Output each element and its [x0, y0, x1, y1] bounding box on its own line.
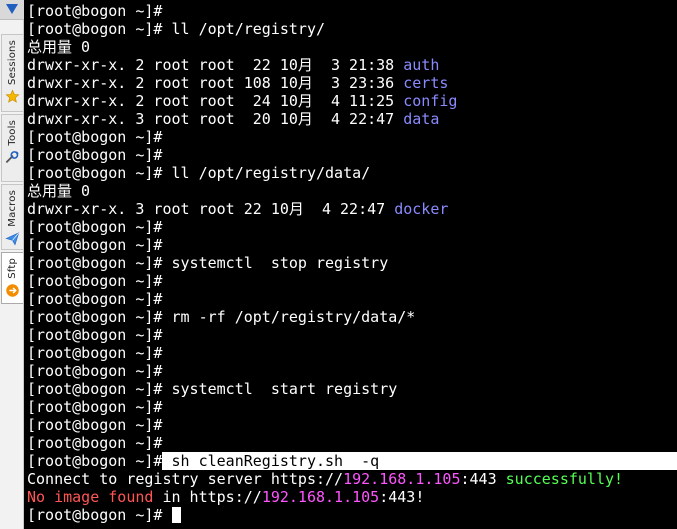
- prompt: [root@bogon ~]#: [27, 308, 163, 326]
- directory-name: data: [403, 110, 440, 128]
- output-text: :443: [460, 470, 506, 488]
- terminal-line: [root@bogon ~]#: [27, 326, 677, 344]
- prompt: [root@bogon ~]#: [27, 290, 163, 308]
- sftp-icon: [5, 283, 21, 299]
- side-panel: Sessions Tools Macros Sftp: [0, 0, 24, 529]
- terminal-line: [root@bogon ~]#: [27, 146, 677, 164]
- terminal-line: 总用量 0: [27, 38, 677, 56]
- prompt: [root@bogon ~]#: [27, 380, 163, 398]
- prompt: [root@bogon ~]#: [27, 398, 163, 416]
- directory-name: docker: [394, 200, 449, 218]
- terminal-line: [root@bogon ~]# systemctl stop registry: [27, 254, 677, 272]
- prompt: [root@bogon ~]#: [27, 344, 163, 362]
- prompt: [root@bogon ~]#: [27, 128, 163, 146]
- listing-row: drwxr-xr-x. 2 root root 22 10月 3 21:38 a…: [27, 56, 677, 74]
- prompt: [root@bogon ~]#: [27, 254, 163, 272]
- terminal-line: [root@bogon ~]#: [27, 290, 677, 308]
- total-label: 总用量 0: [27, 38, 91, 56]
- collapse-button[interactable]: [0, 0, 24, 20]
- prompt: [root@bogon ~]#: [27, 146, 163, 164]
- listing-meta: drwxr-xr-x. 2 root root 24 10月 4 11:25: [27, 92, 404, 110]
- terminal-line: [root@bogon ~]#: [27, 272, 677, 290]
- listing-row: drwxr-xr-x. 3 root root 20 10月 4 22:47 d…: [27, 110, 677, 128]
- prompt: [root@bogon ~]#: [27, 362, 163, 380]
- terminal-line: [root@bogon ~]# systemctl start registry: [27, 380, 677, 398]
- command-text: systemctl stop registry: [162, 254, 389, 272]
- tab-macros[interactable]: Macros: [1, 184, 23, 250]
- command-text: ll /opt/registry/data/: [162, 164, 371, 182]
- prompt: [root@bogon ~]#: [27, 164, 163, 182]
- tab-label: Sessions: [7, 40, 18, 85]
- prompt: [root@bogon ~]#: [27, 506, 163, 524]
- star-icon: [5, 89, 21, 105]
- total-label: 总用量 0: [27, 182, 91, 200]
- terminal-line: [root@bogon ~]# ll /opt/registry/data/: [27, 164, 677, 182]
- output-line: Connect to registry server https://192.1…: [27, 470, 677, 488]
- listing-row: drwxr-xr-x. 3 root root 22 10月 4 22:47 d…: [27, 200, 677, 218]
- output-text: :443!: [379, 488, 425, 506]
- command-text: systemctl start registry: [162, 380, 398, 398]
- prompt: [root@bogon ~]#: [27, 20, 163, 38]
- terminal-line: [root@bogon ~]#: [27, 236, 677, 254]
- ip-address: 192.168.1.105: [343, 470, 461, 488]
- terminal-line: [root@bogon ~]#: [27, 128, 677, 146]
- ip-address: 192.168.1.105: [261, 488, 380, 506]
- terminal-line: [root@bogon ~]#: [27, 362, 677, 380]
- directory-name: config: [403, 92, 458, 110]
- command-text: sh cleanRegistry.sh -q: [162, 452, 380, 470]
- terminal-line: [root@bogon ~]# rm -rf /opt/registry/dat…: [27, 308, 677, 326]
- terminal-output[interactable]: [root@bogon ~]# [root@bogon ~]# ll /opt/…: [27, 0, 677, 529]
- text-cursor: [171, 507, 181, 523]
- prompt: [root@bogon ~]#: [27, 272, 163, 290]
- prompt: [root@bogon ~]#: [27, 236, 163, 254]
- error-text: No image found: [27, 488, 154, 506]
- tab-label: Tools: [7, 120, 18, 146]
- output-text: in https://: [153, 488, 262, 506]
- terminal-line: 总用量 0: [27, 182, 677, 200]
- command-text: ll /opt/registry/: [162, 20, 326, 38]
- listing-meta: drwxr-xr-x. 3 root root 20 10月 4 22:47: [27, 110, 404, 128]
- terminal-line: [root@bogon ~]#: [27, 218, 677, 236]
- prompt: [root@bogon ~]#: [27, 416, 163, 434]
- output-text: Connect to registry server https://: [27, 470, 344, 488]
- terminal-line: [root@bogon ~]#: [27, 434, 677, 452]
- prompt: [root@bogon ~]#: [27, 326, 163, 344]
- highlighted-line: [root@bogon ~]# sh cleanRegistry.sh -q: [27, 452, 677, 470]
- output-line: No image found in https://192.168.1.105:…: [27, 488, 677, 506]
- success-text: successfully!: [505, 470, 624, 488]
- tools-icon: [5, 150, 21, 166]
- prompt: [root@bogon ~]#: [27, 434, 163, 452]
- prompt: [root@bogon ~]#: [27, 2, 163, 20]
- listing-row: drwxr-xr-x. 2 root root 24 10月 4 11:25 c…: [27, 92, 677, 110]
- listing-meta: drwxr-xr-x. 3 root root 22 10月 4 22:47: [27, 200, 395, 218]
- tab-tools[interactable]: Tools: [1, 114, 23, 182]
- directory-name: certs: [403, 74, 449, 92]
- listing-row: drwxr-xr-x. 2 root root 108 10月 3 23:36 …: [27, 74, 677, 92]
- command-text: rm -rf /opt/registry/data/*: [162, 308, 416, 326]
- tab-label: Sftp: [7, 258, 18, 279]
- terminal-line: [root@bogon ~]#: [27, 344, 677, 362]
- terminal-line: [root@bogon ~]#: [27, 506, 677, 524]
- prompt: [root@bogon ~]#: [27, 218, 163, 236]
- arrow-down-icon: [6, 4, 18, 14]
- tab-label: Macros: [7, 190, 18, 227]
- terminal-line: [root@bogon ~]#: [27, 0, 677, 20]
- terminal-line: [root@bogon ~]# ll /opt/registry/: [27, 20, 677, 38]
- prompt: [root@bogon ~]#: [27, 452, 163, 470]
- paper-plane-icon: [5, 231, 21, 247]
- terminal-line: [root@bogon ~]#: [27, 398, 677, 416]
- listing-meta: drwxr-xr-x. 2 root root 22 10月 3 21:38: [27, 56, 404, 74]
- terminal-line: [root@bogon ~]#: [27, 416, 677, 434]
- tab-sessions[interactable]: Sessions: [1, 34, 23, 112]
- tab-sftp[interactable]: Sftp: [1, 252, 23, 304]
- directory-name: auth: [403, 56, 440, 74]
- listing-meta: drwxr-xr-x. 2 root root 108 10月 3 23:36: [27, 74, 404, 92]
